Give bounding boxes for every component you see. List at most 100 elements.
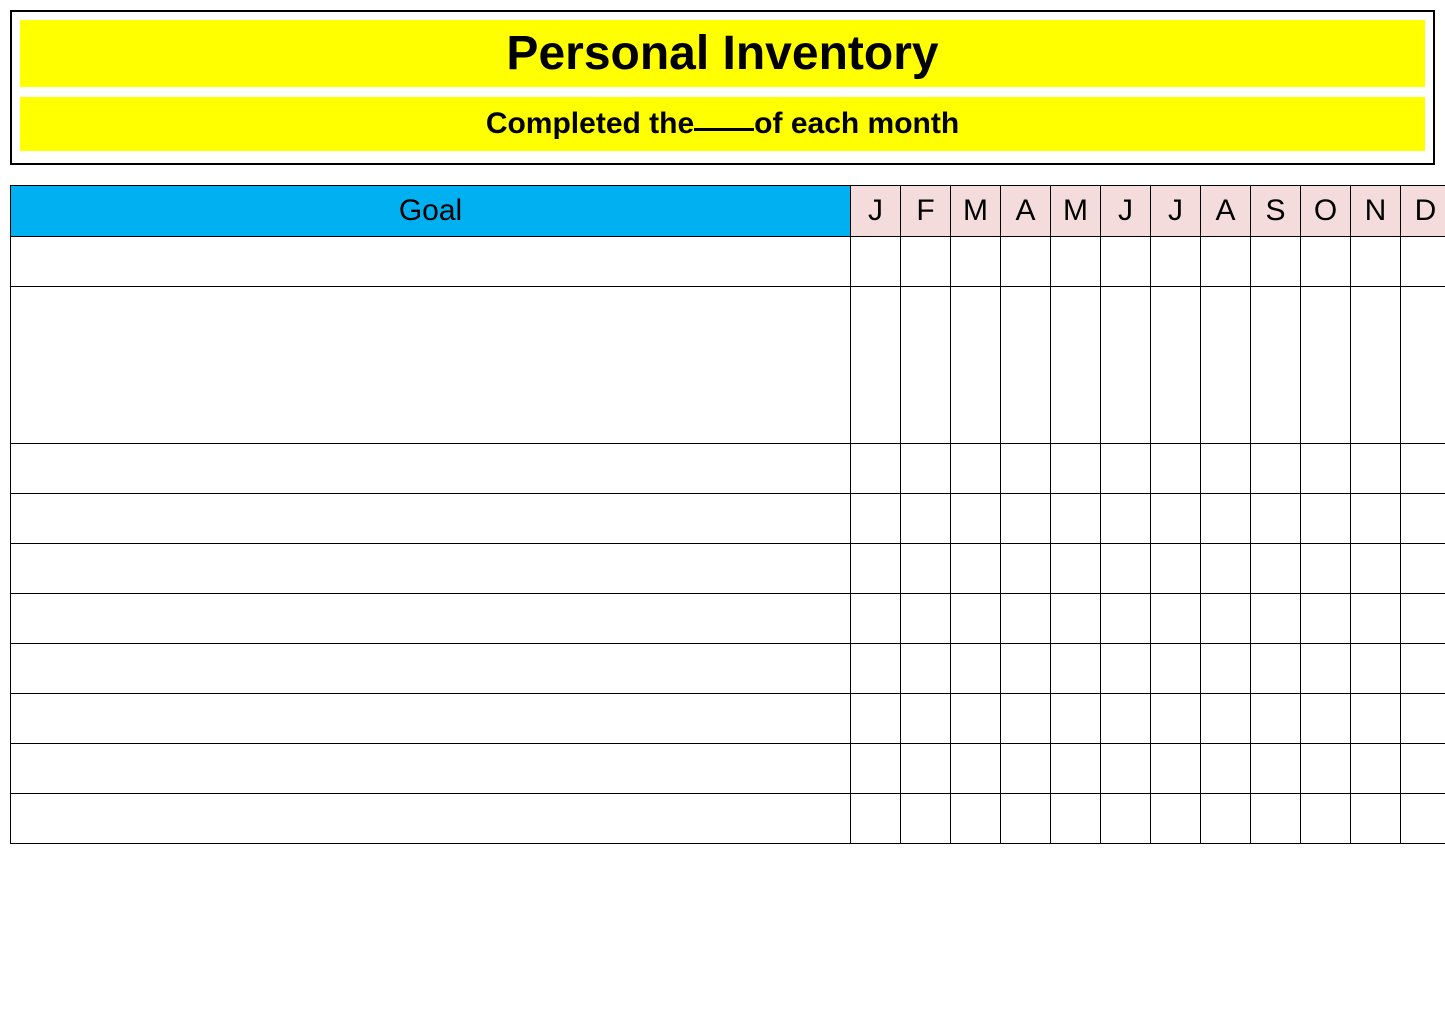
month-cell[interactable] bbox=[951, 694, 1001, 744]
month-cell[interactable] bbox=[1301, 694, 1351, 744]
month-cell[interactable] bbox=[1301, 794, 1351, 844]
goal-cell[interactable] bbox=[11, 644, 851, 694]
month-cell[interactable] bbox=[1001, 594, 1051, 644]
month-cell[interactable] bbox=[1151, 794, 1201, 844]
month-cell[interactable] bbox=[1401, 287, 1445, 444]
month-cell[interactable] bbox=[1001, 794, 1051, 844]
month-cell[interactable] bbox=[1151, 594, 1201, 644]
month-cell[interactable] bbox=[1201, 287, 1251, 444]
month-cell[interactable] bbox=[901, 287, 951, 444]
month-cell[interactable] bbox=[951, 644, 1001, 694]
month-cell[interactable] bbox=[1251, 237, 1301, 287]
month-cell[interactable] bbox=[1051, 237, 1101, 287]
month-cell[interactable] bbox=[1201, 237, 1251, 287]
month-cell[interactable] bbox=[1051, 594, 1101, 644]
month-cell[interactable] bbox=[1301, 237, 1351, 287]
month-cell[interactable] bbox=[1101, 237, 1151, 287]
month-cell[interactable] bbox=[901, 694, 951, 744]
month-cell[interactable] bbox=[951, 494, 1001, 544]
month-cell[interactable] bbox=[1051, 544, 1101, 594]
month-cell[interactable] bbox=[851, 237, 901, 287]
month-cell[interactable] bbox=[951, 594, 1001, 644]
month-cell[interactable] bbox=[1251, 694, 1301, 744]
goal-cell[interactable] bbox=[11, 287, 851, 444]
month-cell[interactable] bbox=[951, 794, 1001, 844]
month-cell[interactable] bbox=[1151, 237, 1201, 287]
month-cell[interactable] bbox=[901, 744, 951, 794]
month-cell[interactable] bbox=[1101, 694, 1151, 744]
month-cell[interactable] bbox=[851, 694, 901, 744]
month-cell[interactable] bbox=[1401, 544, 1445, 594]
month-cell[interactable] bbox=[1101, 594, 1151, 644]
month-cell[interactable] bbox=[1301, 644, 1351, 694]
month-cell[interactable] bbox=[901, 494, 951, 544]
month-cell[interactable] bbox=[1201, 594, 1251, 644]
month-cell[interactable] bbox=[1251, 444, 1301, 494]
month-cell[interactable] bbox=[1251, 644, 1301, 694]
month-cell[interactable] bbox=[1051, 494, 1101, 544]
month-cell[interactable] bbox=[1201, 794, 1251, 844]
month-cell[interactable] bbox=[851, 794, 901, 844]
month-cell[interactable] bbox=[1351, 544, 1401, 594]
month-cell[interactable] bbox=[1201, 694, 1251, 744]
month-cell[interactable] bbox=[1251, 744, 1301, 794]
month-cell[interactable] bbox=[1301, 444, 1351, 494]
month-cell[interactable] bbox=[1401, 494, 1445, 544]
month-cell[interactable] bbox=[1251, 494, 1301, 544]
month-cell[interactable] bbox=[1001, 694, 1051, 744]
month-cell[interactable] bbox=[1301, 594, 1351, 644]
month-cell[interactable] bbox=[1401, 594, 1445, 644]
goal-cell[interactable] bbox=[11, 694, 851, 744]
month-cell[interactable] bbox=[1201, 644, 1251, 694]
month-cell[interactable] bbox=[1151, 744, 1201, 794]
month-cell[interactable] bbox=[1301, 494, 1351, 544]
month-cell[interactable] bbox=[1101, 644, 1151, 694]
month-cell[interactable] bbox=[1151, 694, 1201, 744]
month-cell[interactable] bbox=[1101, 444, 1151, 494]
month-cell[interactable] bbox=[851, 594, 901, 644]
month-cell[interactable] bbox=[1101, 744, 1151, 794]
month-cell[interactable] bbox=[1201, 444, 1251, 494]
month-cell[interactable] bbox=[1351, 287, 1401, 444]
month-cell[interactable] bbox=[1251, 594, 1301, 644]
month-cell[interactable] bbox=[1151, 444, 1201, 494]
month-cell[interactable] bbox=[1351, 237, 1401, 287]
month-cell[interactable] bbox=[901, 794, 951, 844]
month-cell[interactable] bbox=[1201, 494, 1251, 544]
goal-cell[interactable] bbox=[11, 544, 851, 594]
month-cell[interactable] bbox=[951, 444, 1001, 494]
month-cell[interactable] bbox=[901, 237, 951, 287]
month-cell[interactable] bbox=[851, 444, 901, 494]
month-cell[interactable] bbox=[1301, 744, 1351, 794]
month-cell[interactable] bbox=[951, 237, 1001, 287]
month-cell[interactable] bbox=[851, 287, 901, 444]
month-cell[interactable] bbox=[1401, 744, 1445, 794]
month-cell[interactable] bbox=[1351, 644, 1401, 694]
month-cell[interactable] bbox=[1051, 794, 1101, 844]
month-cell[interactable] bbox=[1351, 444, 1401, 494]
month-cell[interactable] bbox=[901, 594, 951, 644]
month-cell[interactable] bbox=[1301, 544, 1351, 594]
month-cell[interactable] bbox=[1201, 744, 1251, 794]
month-cell[interactable] bbox=[1401, 237, 1445, 287]
month-cell[interactable] bbox=[951, 287, 1001, 444]
month-cell[interactable] bbox=[1001, 237, 1051, 287]
month-cell[interactable] bbox=[1051, 444, 1101, 494]
month-cell[interactable] bbox=[1351, 694, 1401, 744]
month-cell[interactable] bbox=[901, 544, 951, 594]
month-cell[interactable] bbox=[951, 544, 1001, 594]
month-cell[interactable] bbox=[1151, 644, 1201, 694]
month-cell[interactable] bbox=[1201, 544, 1251, 594]
month-cell[interactable] bbox=[1351, 594, 1401, 644]
month-cell[interactable] bbox=[1401, 794, 1445, 844]
goal-cell[interactable] bbox=[11, 444, 851, 494]
month-cell[interactable] bbox=[1251, 794, 1301, 844]
month-cell[interactable] bbox=[901, 644, 951, 694]
month-cell[interactable] bbox=[1301, 287, 1351, 444]
month-cell[interactable] bbox=[1001, 287, 1051, 444]
goal-cell[interactable] bbox=[11, 794, 851, 844]
month-cell[interactable] bbox=[1351, 794, 1401, 844]
month-cell[interactable] bbox=[851, 494, 901, 544]
month-cell[interactable] bbox=[1051, 694, 1101, 744]
month-cell[interactable] bbox=[1051, 644, 1101, 694]
